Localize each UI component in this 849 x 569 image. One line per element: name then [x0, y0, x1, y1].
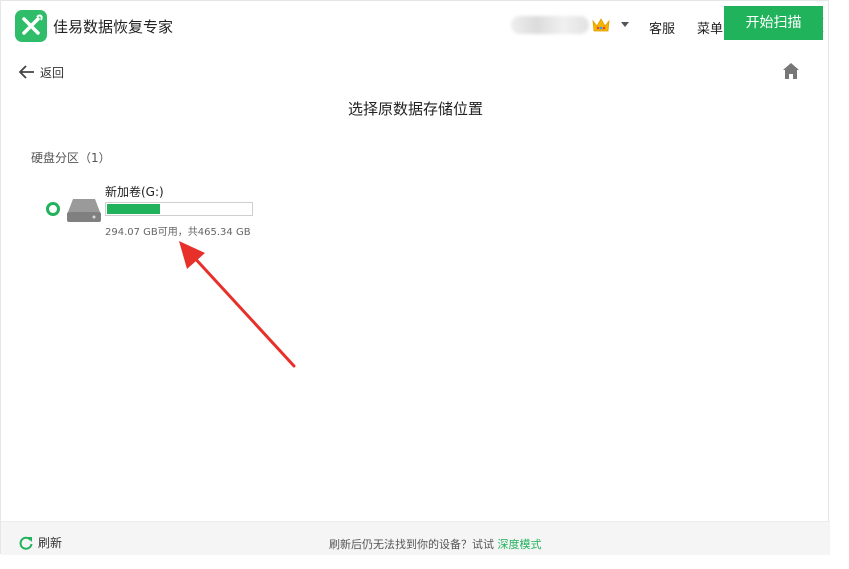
deep-mode-link[interactable]: 深度模式 [498, 538, 542, 551]
refresh-icon [19, 536, 33, 550]
footer-bar: 刷新 刷新后仍无法找到你的设备？试试 深度模式 [1, 521, 830, 555]
hint-text: 刷新后仍无法找到你的设备？试试 深度模式 [329, 536, 542, 552]
app-window: 佳易数据恢复专家 客服 菜单 返回 选择原数据存储位置 硬盘分区（1） 新加卷(… [0, 0, 830, 555]
start-scan-button[interactable]: 开始扫描 [724, 6, 823, 40]
refresh-label: 刷新 [38, 536, 63, 550]
annotation-arrow [179, 241, 296, 368]
refresh-button[interactable]: 刷新 [19, 534, 62, 551]
hint-message: 刷新后仍无法找到你的设备？试试 [329, 538, 494, 551]
